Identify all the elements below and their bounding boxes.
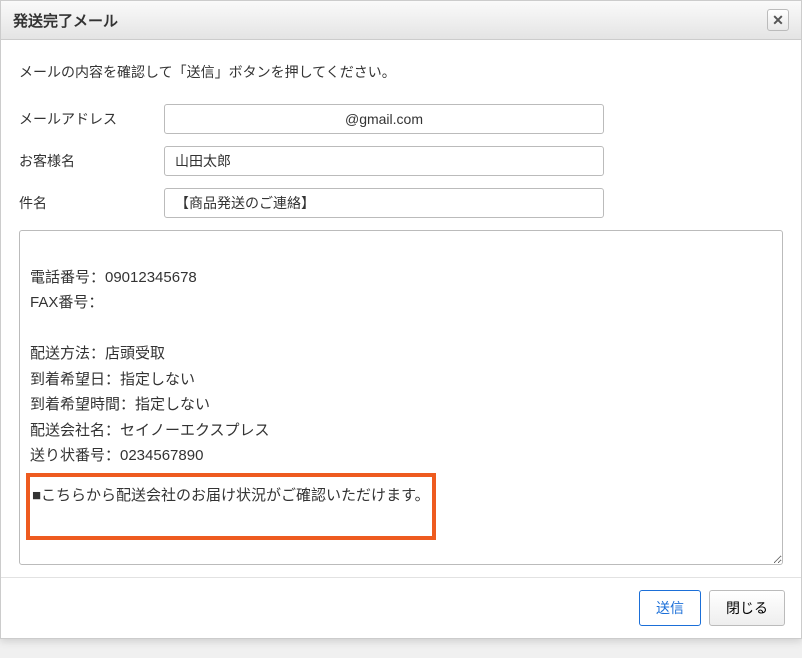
email-label: メールアドレス: [19, 109, 164, 129]
dialog-header: 発送完了メール ✕: [1, 1, 801, 40]
body-fax-line: FAX番号：: [30, 294, 103, 311]
body-phone-line: 電話番号：09012345678: [30, 269, 197, 286]
body-tracking-line: 送り状番号：0234567890: [30, 447, 203, 464]
instruction-text: メールの内容を確認して「送信」ボタンを押してください。: [19, 62, 783, 82]
close-button[interactable]: 閉じる: [709, 590, 785, 626]
row-email: メールアドレス: [19, 104, 783, 134]
row-customer-name: お客様名: [19, 146, 783, 176]
body-carrier-line: 配送会社名：セイノーエクスプレス: [30, 422, 270, 439]
body-delivery-method-line: 配送方法：店頭受取: [30, 345, 165, 362]
dialog-body: メールの内容を確認して「送信」ボタンを押してください。 メールアドレス お客様名…: [1, 40, 801, 577]
subject-input[interactable]: [164, 188, 604, 218]
close-icon-button[interactable]: ✕: [767, 9, 789, 31]
body-arrival-time-line: 到着希望時間：指定しない: [30, 396, 210, 413]
email-input[interactable]: [164, 104, 604, 134]
dialog-footer: 送信 閉じる: [1, 577, 801, 638]
mail-body-textarea[interactable]: 電話番号：09012345678 FAX番号： 配送方法：店頭受取 到着希望日：…: [19, 230, 783, 565]
close-icon: ✕: [772, 12, 784, 29]
tracking-link-text: ■こちらから配送会社のお届け状況がご確認いただけます。: [32, 487, 430, 504]
customer-name-input[interactable]: [164, 146, 604, 176]
dialog-title: 発送完了メール: [13, 10, 118, 31]
customer-name-label: お客様名: [19, 151, 164, 171]
row-subject: 件名: [19, 188, 783, 218]
subject-label: 件名: [19, 193, 164, 213]
send-button[interactable]: 送信: [639, 590, 701, 626]
shipping-mail-dialog: 発送完了メール ✕ メールの内容を確認して「送信」ボタンを押してください。 メー…: [0, 0, 802, 639]
tracking-link-highlight: ■こちらから配送会社のお届け状況がご確認いただけます。: [26, 473, 436, 541]
body-arrival-date-line: 到着希望日：指定しない: [30, 371, 195, 388]
